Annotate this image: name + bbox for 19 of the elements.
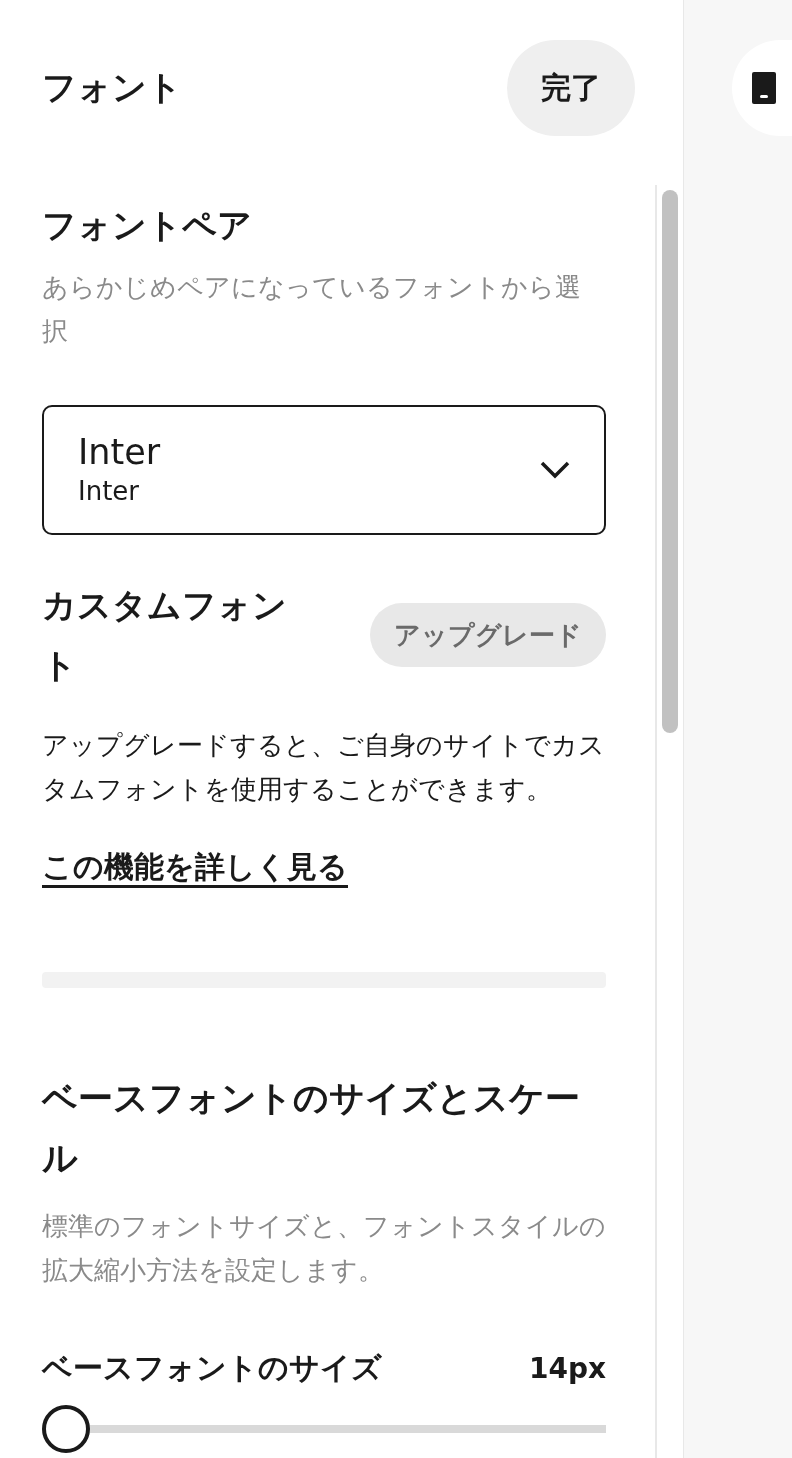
chevron-down-icon xyxy=(540,461,570,479)
slider-thumb[interactable] xyxy=(42,1405,90,1453)
font-pair-dropdown[interactable]: Inter Inter xyxy=(42,405,606,535)
dropdown-subvalue: Inter xyxy=(78,475,141,508)
section-description: あらかじめペアになっているフォントから選択 xyxy=(42,271,582,348)
section-description: 標準のフォントサイズと、フォントスタイルの拡大縮小方法を設定します。 xyxy=(42,1210,606,1287)
slider-value: 14px xyxy=(528,1352,606,1385)
scrollbar-thumb[interactable] xyxy=(662,190,678,733)
panel-title: フォント xyxy=(42,66,182,109)
slider-label: ベースフォントのサイズ xyxy=(42,1349,382,1387)
section-title: ベースフォントのサイズとスケール xyxy=(42,1077,581,1180)
done-button[interactable]: 完了 xyxy=(507,40,635,136)
section-title: フォントペア xyxy=(42,204,253,247)
learn-more-link[interactable]: この機能を詳しく見る xyxy=(42,847,348,888)
phone-icon xyxy=(752,72,776,104)
upgrade-button[interactable]: アップグレード xyxy=(370,603,606,667)
section-title: カスタムフォント xyxy=(42,584,288,687)
dropdown-value: Inter xyxy=(78,431,161,473)
upgrade-description: アップグレードすると、ご自身のサイトでカスタムフォントを使用することができます。 xyxy=(42,729,606,806)
